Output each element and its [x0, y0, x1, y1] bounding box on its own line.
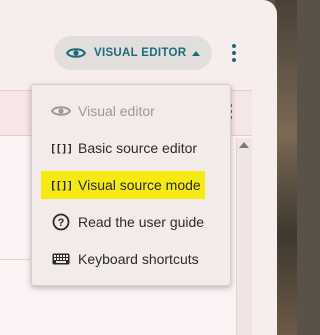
- editor-scrollbar[interactable]: [236, 138, 252, 335]
- caret-up-icon: [192, 50, 201, 56]
- menu-item-visual-source-mode[interactable]: [[]] Visual source mode: [32, 170, 230, 200]
- menu-item-basic-source-editor[interactable]: [[]] Basic source editor: [32, 133, 230, 163]
- menu-item-label: Visual source mode: [78, 177, 201, 193]
- brackets-icon: [[]]: [49, 141, 74, 155]
- keyboard-icon: [50, 253, 72, 265]
- brackets-icon: [[]]: [49, 178, 74, 192]
- editor-mode-dropdown: Visual editor [[]] Basic source editor […: [31, 84, 231, 286]
- editor-panel: VISUAL EDITOR Visual editor [[]] Basic s…: [0, 0, 277, 335]
- menu-item-label: Basic source editor: [78, 140, 198, 156]
- menu-item-keyboard-shortcuts[interactable]: Keyboard shortcuts: [32, 244, 230, 274]
- menu-item-label: Visual editor: [78, 103, 155, 119]
- editor-line-divider: [0, 259, 30, 260]
- menu-item-user-guide[interactable]: ? Read the user guide: [32, 207, 230, 237]
- menu-item-label: Keyboard shortcuts: [78, 251, 199, 267]
- eye-icon: [50, 104, 72, 118]
- more-options-icon[interactable]: [232, 44, 238, 62]
- scroll-up-icon[interactable]: [239, 142, 249, 148]
- eye-icon: [66, 48, 86, 58]
- svg-text:?: ?: [58, 217, 65, 229]
- visual-editor-toggle-button[interactable]: VISUAL EDITOR: [54, 36, 212, 70]
- menu-item-visual-editor: Visual editor: [32, 96, 230, 126]
- question-icon: ?: [50, 213, 72, 231]
- editor-toggle-label: VISUAL EDITOR: [94, 47, 187, 59]
- menu-item-label: Read the user guide: [78, 214, 205, 230]
- background-photo-strip: [275, 0, 297, 335]
